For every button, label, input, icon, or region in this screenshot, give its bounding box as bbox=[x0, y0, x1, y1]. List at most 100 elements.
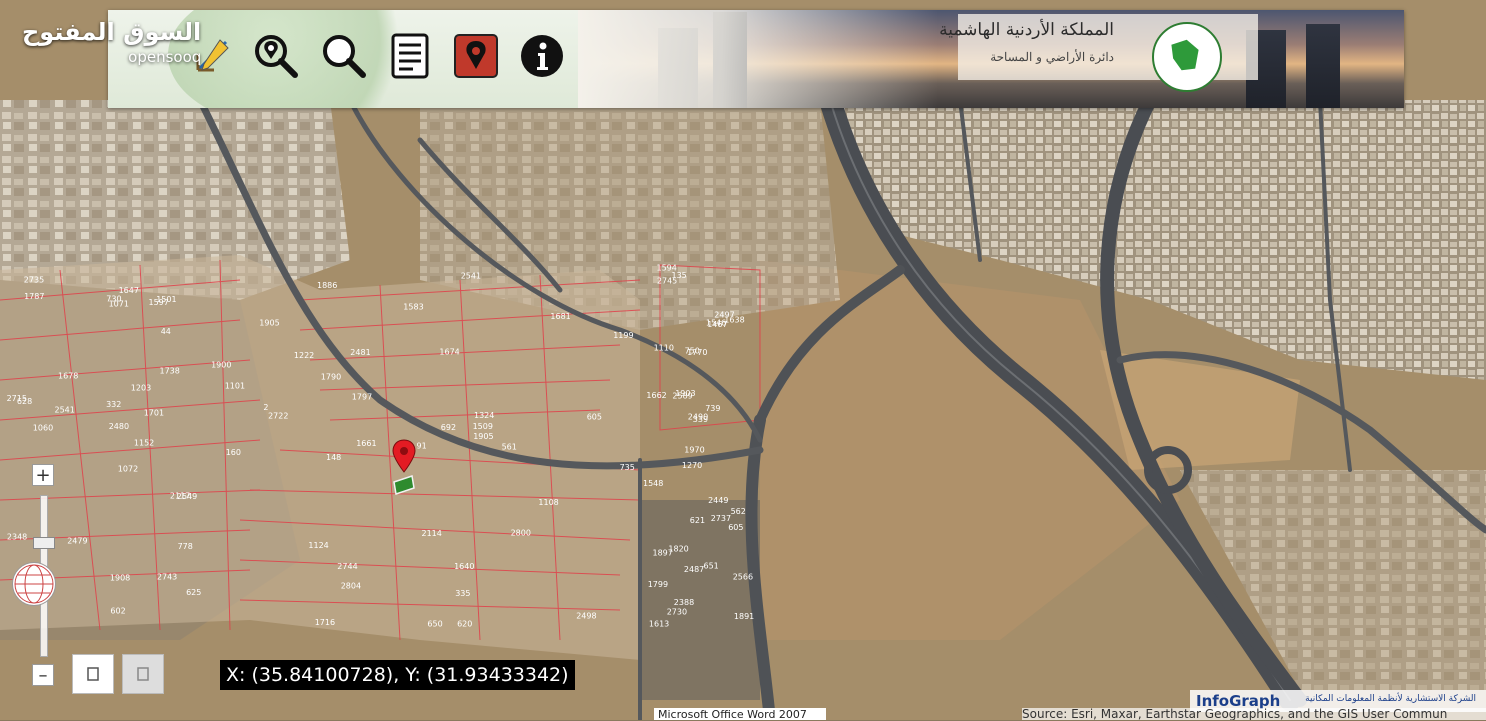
parcel-number: 605 bbox=[587, 413, 602, 422]
parcel-number: 2498 bbox=[576, 612, 596, 621]
parcel-number: 1072 bbox=[118, 464, 138, 473]
banner-fade bbox=[578, 10, 938, 108]
parcel-number: 1222 bbox=[294, 351, 314, 360]
parcel-number: 1199 bbox=[613, 331, 633, 340]
top-toolbar: المملكة الأردنية الهاشمية دائرة الأراضي … bbox=[108, 10, 1404, 108]
parcel-number: 625 bbox=[186, 588, 201, 597]
parcel-number: 332 bbox=[106, 400, 121, 409]
parcel-number: 1799 bbox=[648, 580, 668, 589]
parcel-number: 1681 bbox=[550, 312, 570, 321]
watermark-arabic: السوق المفتوح bbox=[22, 18, 202, 46]
parcel-number: 2744 bbox=[337, 562, 357, 571]
parcel-number: 621 bbox=[690, 516, 705, 525]
department-banner: المملكة الأردنية الهاشمية دائرة الأراضي … bbox=[578, 10, 1404, 108]
parcel-number: 2735 bbox=[24, 275, 44, 284]
full-extent-button[interactable] bbox=[72, 654, 114, 694]
parcel-number: 1905 bbox=[259, 319, 279, 328]
parcel-number: 335 bbox=[455, 589, 470, 598]
parcel-number: 1886 bbox=[317, 281, 337, 290]
parcel-number: 1900 bbox=[211, 361, 231, 370]
parcel-number: 651 bbox=[704, 562, 719, 571]
parcel-number: 2449 bbox=[708, 496, 728, 505]
parcel-number: 1787 bbox=[24, 292, 44, 301]
parcel-number: 2804 bbox=[341, 581, 361, 590]
parcel-number: 160 bbox=[226, 448, 241, 457]
parcel-number: 2743 bbox=[157, 572, 177, 581]
parcel-number: 1124 bbox=[308, 541, 328, 550]
parcel-number: 1897 bbox=[653, 549, 673, 558]
parcel-number: 1060 bbox=[33, 424, 53, 433]
parcel-number: 2 bbox=[263, 403, 268, 412]
locate-tool-button[interactable] bbox=[252, 32, 300, 80]
satellite-map[interactable]: 1072122219708013241820150116741467115218… bbox=[0, 0, 1486, 720]
parcel-number: 602 bbox=[110, 607, 125, 616]
parcel-number: 561 bbox=[502, 443, 517, 452]
parcel-number: 1638 bbox=[724, 315, 744, 324]
parcel-number: 2737 bbox=[711, 514, 731, 523]
parcel-number: 1701 bbox=[144, 409, 164, 418]
document-icon bbox=[391, 33, 429, 79]
square-icon bbox=[87, 667, 99, 681]
info-tool-button[interactable] bbox=[518, 32, 566, 80]
parcel-number: 2388 bbox=[674, 598, 694, 607]
map-pin-icon bbox=[454, 34, 498, 78]
parcel-number: 2541 bbox=[55, 406, 75, 415]
parcel-number: 2589 bbox=[672, 392, 692, 401]
parcel-number: 562 bbox=[731, 507, 746, 516]
infograph-arabic: الشركة الاستشارية لأنظمة المعلومات المكا… bbox=[1305, 694, 1476, 704]
parcel-number: 2481 bbox=[350, 348, 370, 357]
zoom-slider-handle[interactable] bbox=[33, 537, 55, 549]
parcel-number: 339 bbox=[693, 415, 708, 424]
parcel-number: 1509 bbox=[473, 422, 493, 431]
parcel-number: 1661 bbox=[356, 439, 376, 448]
parcel-number: 739 bbox=[705, 404, 720, 413]
map-pin-marker[interactable] bbox=[392, 438, 416, 498]
parcel-number: 1662 bbox=[646, 391, 666, 400]
parcel-number: 1738 bbox=[160, 366, 180, 375]
parcel-number: 1108 bbox=[538, 498, 558, 507]
globe-icon[interactable] bbox=[12, 562, 56, 606]
watermark-latin: opensooq bbox=[128, 48, 202, 66]
previous-extent-button[interactable] bbox=[122, 654, 164, 694]
search-tool-button[interactable] bbox=[320, 32, 368, 80]
parcel-number: 91 bbox=[417, 442, 427, 451]
parcel-number: 735 bbox=[620, 463, 635, 472]
parcel-number: 2722 bbox=[268, 411, 288, 420]
zoom-in-button[interactable]: + bbox=[32, 464, 54, 486]
parcel-number: 44 bbox=[161, 327, 171, 336]
parcel-number: 1583 bbox=[403, 302, 423, 311]
parcel-number: 135 bbox=[672, 271, 687, 280]
parcel-number: 1770 bbox=[687, 348, 707, 357]
taskbar-item[interactable]: Microsoft Office Word 2007 bbox=[654, 708, 826, 721]
parcel-number: 778 bbox=[178, 542, 193, 551]
parcel-number: 650 bbox=[427, 620, 442, 629]
parcel-number: 1674 bbox=[439, 348, 459, 357]
opensooq-watermark: السوق المفتوح opensooq bbox=[22, 18, 201, 66]
parcel-number: 148 bbox=[326, 453, 341, 462]
parcel-number: 605 bbox=[728, 523, 743, 532]
parcel-number: 2348 bbox=[7, 533, 27, 542]
location-search-icon bbox=[255, 35, 298, 78]
parcel-number: 2566 bbox=[733, 573, 753, 582]
report-tool-button[interactable] bbox=[386, 32, 434, 80]
parcel-number: 1546 bbox=[706, 319, 726, 328]
parcel-number: 1891 bbox=[734, 612, 754, 621]
department-logo bbox=[1152, 22, 1222, 92]
parcel-number: 1613 bbox=[649, 620, 669, 629]
parcel-number: 1797 bbox=[352, 392, 372, 401]
parcel-number: 2487 bbox=[684, 565, 704, 574]
parcel-number: 1905 bbox=[473, 432, 493, 441]
building-graphic bbox=[1306, 24, 1340, 108]
banner-subtitle: دائرة الأراضي و المساحة bbox=[990, 50, 1114, 64]
parcel-number: 2114 bbox=[422, 529, 442, 538]
parcel-number: 1548 bbox=[643, 479, 663, 488]
parcel-number: 1640 bbox=[454, 562, 474, 571]
parcel-number: 2730 bbox=[667, 607, 687, 616]
banner-title: المملكة الأردنية الهاشمية bbox=[939, 20, 1114, 40]
parcel-number: 620 bbox=[457, 619, 472, 628]
parcel-number: 2541 bbox=[461, 272, 481, 281]
place-marker-tool-button[interactable] bbox=[452, 32, 500, 80]
zoom-out-button[interactable]: – bbox=[32, 664, 54, 686]
parcel-number: 1152 bbox=[134, 439, 154, 448]
parcel-number: 1203 bbox=[131, 384, 151, 393]
